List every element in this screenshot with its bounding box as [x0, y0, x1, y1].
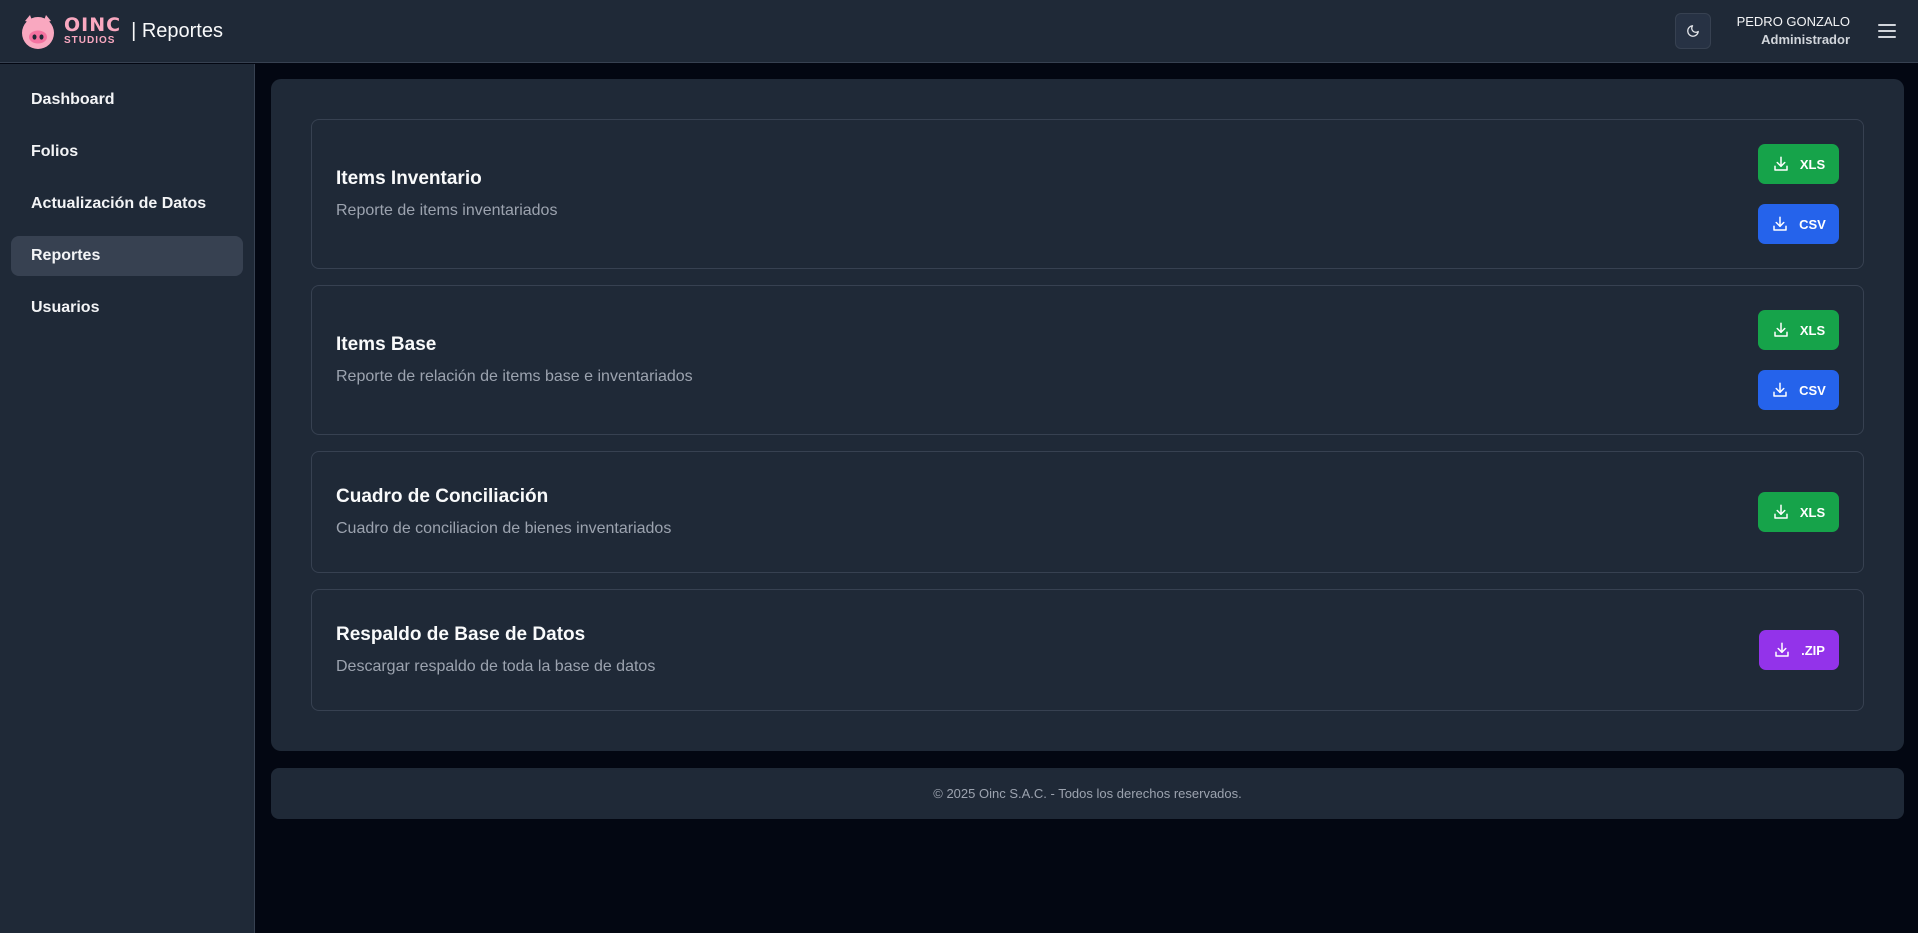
- user-role: Administrador: [1761, 32, 1850, 47]
- pig-logo-icon: [22, 15, 54, 49]
- top-header: OINC STUDIOS | Reportes PEDRO GONZALO Ad…: [0, 0, 1918, 63]
- report-title: Items Base: [336, 334, 437, 355]
- button-label: XLS: [1799, 156, 1826, 172]
- logo-text-line1: OINC: [64, 14, 122, 36]
- footer-text: © 2025 Oinc S.A.C. - Todos los derechos …: [933, 786, 1242, 801]
- report-title: Items Inventario: [336, 168, 482, 189]
- sidebar-item-usuarios[interactable]: Usuarios: [11, 288, 243, 328]
- theme-toggle-button[interactable]: [1674, 13, 1711, 49]
- download-icon: [1775, 642, 1789, 657]
- download-xls-button[interactable]: XLS: [1758, 310, 1839, 350]
- report-title: Cuadro de Conciliación: [336, 486, 549, 507]
- report-description: Reporte de items inventariados: [336, 202, 558, 219]
- report-card-respaldo-base-datos: Respaldo de Base de Datos Descargar resp…: [311, 589, 1864, 711]
- user-info[interactable]: PEDRO GONZALO Administrador: [1737, 13, 1850, 48]
- report-card-items-inventario: Items Inventario Reporte de items invent…: [311, 119, 1864, 269]
- button-label: XLS: [1799, 504, 1826, 520]
- download-icon: [1774, 504, 1788, 519]
- report-card-items-base: Items Base Reporte de relación de items …: [311, 285, 1864, 435]
- sidebar-item-dashboard[interactable]: Dashboard: [11, 80, 243, 120]
- sidebar-item-reportes[interactable]: Reportes: [11, 236, 243, 276]
- download-icon: [1774, 322, 1788, 337]
- user-name: PEDRO GONZALO: [1736, 14, 1850, 30]
- moon-icon: [1686, 25, 1699, 37]
- download-icon: [1774, 156, 1788, 171]
- button-label: .ZIP: [1801, 642, 1825, 658]
- hamburger-menu-icon[interactable]: [1878, 24, 1896, 38]
- button-label: CSV: [1799, 382, 1826, 398]
- download-zip-button[interactable]: .ZIP: [1759, 630, 1839, 670]
- sidebar-item-label: Usuarios: [31, 299, 100, 316]
- brand-logo[interactable]: OINC STUDIOS: [18, 11, 121, 51]
- button-label: XLS: [1799, 322, 1826, 338]
- sidebar-item-label: Dashboard: [31, 91, 115, 108]
- sidebar-item-folios[interactable]: Folios: [11, 132, 243, 172]
- button-label: CSV: [1799, 216, 1826, 232]
- sidebar-item-label: Actualización de Datos: [31, 195, 207, 212]
- footer: © 2025 Oinc S.A.C. - Todos los derechos …: [271, 768, 1904, 819]
- report-description: Cuadro de conciliacion de bienes inventa…: [336, 520, 672, 537]
- sidebar-item-label: Reportes: [31, 247, 101, 264]
- page-title: | Reportes: [131, 19, 223, 42]
- download-csv-button[interactable]: CSV: [1758, 370, 1839, 410]
- logo-text-line2: STUDIOS: [64, 35, 116, 46]
- download-xls-button[interactable]: XLS: [1758, 492, 1839, 532]
- download-csv-button[interactable]: CSV: [1758, 204, 1839, 244]
- reports-panel: Items Inventario Reporte de items invent…: [271, 79, 1904, 751]
- download-icon: [1773, 216, 1787, 231]
- report-description: Descargar respaldo de toda la base de da…: [336, 658, 656, 675]
- sidebar-item-actualizacion-datos[interactable]: Actualización de Datos: [11, 184, 243, 224]
- download-xls-button[interactable]: XLS: [1758, 144, 1839, 184]
- sidebar-item-label: Folios: [31, 143, 79, 160]
- report-card-cuadro-conciliacion: Cuadro de Conciliación Cuadro de concili…: [311, 451, 1864, 573]
- download-icon: [1773, 382, 1787, 397]
- sidebar: Dashboard Folios Actualización de Datos …: [0, 64, 255, 933]
- report-title: Respaldo de Base de Datos: [336, 624, 586, 645]
- report-description: Reporte de relación de items base e inve…: [336, 368, 693, 385]
